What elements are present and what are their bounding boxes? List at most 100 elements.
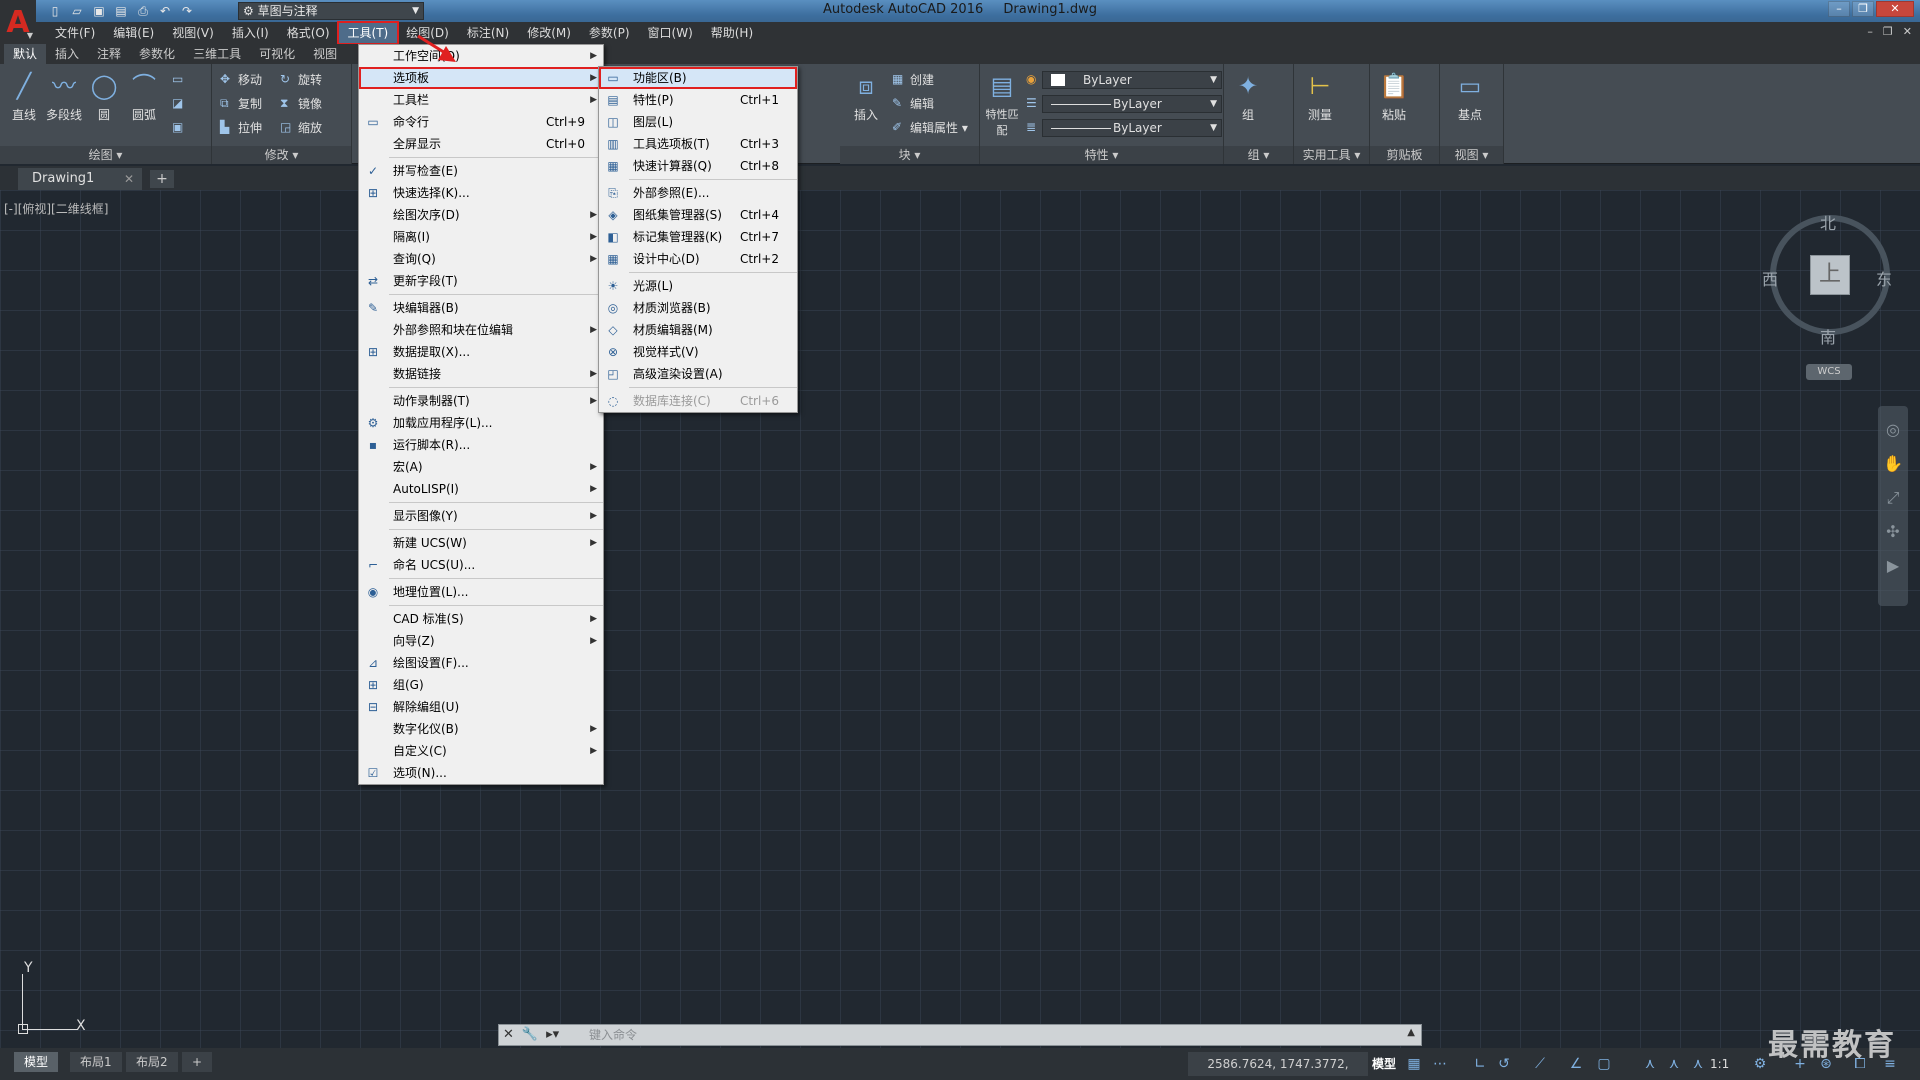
tools_menu-item[interactable]: ⊞ 组(G) (359, 674, 603, 696)
pan-icon[interactable]: ✋ (1883, 454, 1903, 474)
draw-panel-title[interactable]: 绘图 ▾ (0, 146, 211, 164)
polyline-tool[interactable]: 〰多段线 (44, 70, 84, 123)
annotation-scale-icon[interactable]: ⋏ (1688, 1054, 1708, 1074)
tools_menu-item[interactable]: 隔离(I) ▶ (359, 226, 603, 248)
color-select[interactable]: ByLayer ▼ (1042, 71, 1222, 89)
lineweight-icon[interactable]: ≣ (1024, 118, 1044, 138)
viewport-controls-label[interactable]: [-][俯视][二维线框] (4, 200, 108, 217)
orbit-icon[interactable]: ✣ (1883, 522, 1903, 542)
ribbon-tab-5[interactable]: 可视化 (250, 44, 304, 64)
tools_menu-item[interactable]: 外部参照和块在位编辑 ▶ (359, 319, 603, 341)
ribbon-tab-4[interactable]: 三维工具 (184, 44, 250, 64)
copy-tool[interactable]: ⧉ 复制 (218, 94, 262, 114)
properties-panel-title[interactable]: 特性 ▾ (980, 146, 1223, 164)
object-snap-icon[interactable]: ▢ (1594, 1054, 1614, 1074)
palettes_menu-item[interactable]: ▦ 快速计算器(Q) Ctrl+8 (599, 155, 797, 177)
linetype-icon[interactable]: ☰ (1024, 94, 1044, 114)
palettes_menu-item[interactable]: ▭ 功能区(B) (599, 67, 797, 89)
palettes_menu-item[interactable]: ☀ 光源(L) (599, 275, 797, 297)
tools_menu-item[interactable]: 数据链接 ▶ (359, 363, 603, 385)
polar-tracking-icon[interactable]: ↺ (1494, 1054, 1514, 1074)
ribbon-tab-0[interactable]: 默认 (4, 44, 47, 64)
menu-0[interactable]: 文件(F) (46, 23, 104, 43)
compass-east[interactable]: 东 (1876, 266, 1892, 290)
menu-3[interactable]: 插入(I) (223, 23, 278, 43)
tools_menu-item[interactable]: 工作空间(O) ▶ (359, 45, 603, 67)
tools_menu-item[interactable]: 新建 UCS(W) ▶ (359, 532, 603, 554)
tools_menu-item[interactable]: 查询(Q) ▶ (359, 248, 603, 270)
menu-8[interactable]: 修改(M) (518, 23, 580, 43)
tools_menu-item[interactable]: 自定义(C) ▶ (359, 740, 603, 762)
menu-4[interactable]: 格式(O) (278, 23, 339, 43)
command-history-icon[interactable]: ▸▾ (546, 1027, 559, 1042)
paste-tool[interactable]: 📋 粘贴 (1374, 70, 1414, 123)
tools_menu-item[interactable]: ☑ 选项(N)... (359, 762, 603, 784)
group-tool[interactable]: ✦ 组 (1228, 70, 1268, 123)
layout-tab-2[interactable]: 布局2 (126, 1052, 178, 1072)
mirror-tool[interactable]: ⧗ 镜像 (278, 94, 322, 114)
menu-5[interactable]: 工具(T) (336, 21, 400, 45)
circle-tool[interactable]: ◯ 圆 (84, 70, 124, 123)
view-panel-title[interactable]: 视图 ▾ (1440, 146, 1503, 164)
palettes_menu-item[interactable]: ◧ 标记集管理器(K) Ctrl+7 (599, 226, 797, 248)
annotation-visibility-icon[interactable]: ⋏ (1640, 1054, 1660, 1074)
palettes_menu-item[interactable]: ◫ 图层(L) (599, 111, 797, 133)
move-tool[interactable]: ✥ 移动 (218, 70, 262, 90)
scale-tool[interactable]: ◲ 缩放 (278, 118, 322, 138)
drawing-canvas[interactable] (0, 190, 1920, 1048)
grid-icon[interactable]: ▦ (1404, 1054, 1424, 1074)
measure-tool[interactable]: ⊢ 测量 (1300, 70, 1340, 123)
menu-1[interactable]: 编辑(E) (104, 23, 163, 43)
palettes_menu-item[interactable]: ◰ 高级渲染设置(A) (599, 363, 797, 385)
new-file-tab-button[interactable]: + (150, 170, 174, 188)
stretch-tool[interactable]: ▙ 拉伸 (218, 118, 262, 138)
annotation-scale-value[interactable]: 1:1 (1710, 1054, 1729, 1074)
tools_menu-item[interactable]: 全屏显示 Ctrl+0 (359, 133, 603, 155)
snap-icon[interactable]: ⋯ (1430, 1054, 1450, 1074)
close-icon[interactable]: ✕ (124, 168, 134, 190)
wrench-icon[interactable]: 🔧 (522, 1027, 538, 1042)
ribbon-tab-2[interactable]: 注释 (88, 44, 130, 64)
tools_menu-item[interactable]: ⊿ 绘图设置(F)... (359, 652, 603, 674)
tools_menu-item[interactable]: ⊟ 解除编组(U) (359, 696, 603, 718)
insert-block-tool[interactable]: ⧈ 插入 (846, 70, 886, 123)
palettes_menu-item[interactable]: ▤ 特性(P) Ctrl+1 (599, 89, 797, 111)
menu-9[interactable]: 参数(P) (580, 23, 639, 43)
new-layout-button[interactable]: + (182, 1052, 213, 1072)
tools_menu-item[interactable]: 向导(Z) ▶ (359, 630, 603, 652)
palettes_menu-item[interactable]: ◇ 材质编辑器(M) (599, 319, 797, 341)
rectangle-tool[interactable]: ▭ (170, 70, 190, 90)
tools_menu-item[interactable]: 选项板 ▶ (359, 67, 603, 89)
rotate-tool[interactable]: ↻ 旋转 (278, 70, 322, 90)
palettes_menu-item[interactable]: ▦ 设计中心(D) Ctrl+2 (599, 248, 797, 270)
arc-tool[interactable]: ⌒ 圆弧 (124, 70, 164, 123)
zoom-extents-icon[interactable]: ⤢ (1883, 488, 1903, 508)
tools_menu-item[interactable]: ⌐ 命名 UCS(U)... (359, 554, 603, 576)
tools_menu-item[interactable]: 绘图次序(D) ▶ (359, 204, 603, 226)
ribbon-tab-6[interactable]: 视图 (304, 44, 346, 64)
doc-close-button[interactable]: ✕ (1903, 25, 1912, 38)
doc-restore-button[interactable]: ❐ (1883, 25, 1893, 38)
tools_menu-item[interactable]: ⚙ 加载应用程序(L)... (359, 412, 603, 434)
close-icon[interactable]: ✕ (503, 1027, 514, 1042)
chevron-up-icon[interactable]: ▲ (1407, 1027, 1415, 1038)
gear-icon[interactable]: ⚙ (1750, 1054, 1770, 1074)
ribbon-tab-3[interactable]: 参数化 (130, 44, 184, 64)
palettes_menu-item[interactable]: ⎘ 外部参照(E)... (599, 182, 797, 204)
compass-west[interactable]: 西 (1762, 266, 1778, 290)
command-input[interactable] (589, 1026, 1389, 1044)
tools_menu-item[interactable]: AutoLISP(I) ▶ (359, 478, 603, 500)
utilities-panel-title[interactable]: 实用工具 ▾ (1294, 146, 1369, 164)
lineweight-select[interactable]: ByLayer ▼ (1042, 119, 1222, 137)
tools_menu-item[interactable]: 显示图像(Y) ▶ (359, 505, 603, 527)
model-space-toggle[interactable]: 模型 (1372, 1052, 1400, 1076)
maximize-button[interactable]: ❐ (1852, 1, 1874, 17)
line-tool[interactable]: ╱ 直线 (4, 70, 44, 123)
tools_menu-item[interactable]: ▭ 命令行 Ctrl+9 (359, 111, 603, 133)
tools_menu-item[interactable]: 动作录制器(T) ▶ (359, 390, 603, 412)
palettes_menu-item[interactable]: ◎ 材质浏览器(B) (599, 297, 797, 319)
color-icon[interactable]: ◉ (1024, 70, 1044, 90)
file-tab-drawing1[interactable]: Drawing1 ✕ (18, 168, 142, 190)
palettes_menu-item[interactable]: ⊗ 视觉样式(V) (599, 341, 797, 363)
isodraft-icon[interactable]: ⟋ (1530, 1054, 1550, 1074)
